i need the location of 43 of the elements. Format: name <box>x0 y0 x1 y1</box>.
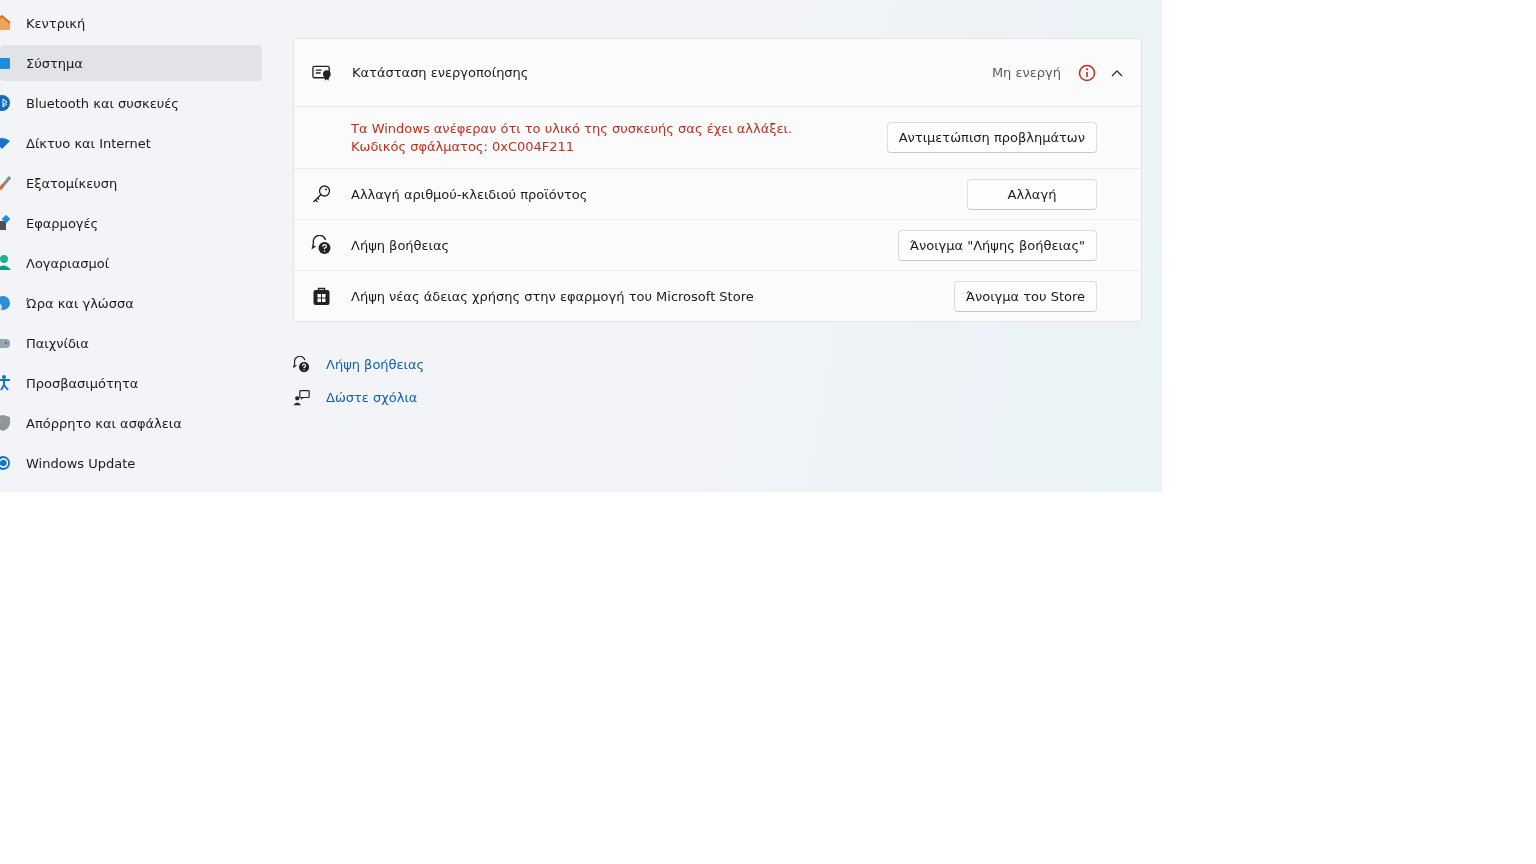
nav-icon <box>0 415 11 431</box>
sidebar-item[interactable]: Σύστημα <box>0 45 262 81</box>
info-icon <box>1078 63 1096 82</box>
nav-icon <box>0 175 11 191</box>
nav-icon <box>0 55 11 71</box>
nav-icon <box>0 375 11 391</box>
troubleshoot-button[interactable]: Αντιμετώπιση προβλημάτων <box>886 122 1097 153</box>
setting-label: Λήψη βοήθειας <box>351 237 451 253</box>
nav-icon <box>0 15 11 31</box>
nav-icon <box>0 135 11 151</box>
setting-label: Αλλαγή αριθμού-κλειδιού προϊόντος <box>351 186 589 202</box>
action-button[interactable]: Άνοιγμα του Store <box>953 280 1097 312</box>
nav-icon <box>0 95 11 111</box>
help-link[interactable]: Λήψη βοήθειας <box>326 356 425 372</box>
sidebar-item[interactable]: Κεντρική <box>0 5 262 41</box>
action-button[interactable]: Άνοιγμα "Λήψης βοήθειας" <box>897 229 1097 261</box>
nav-icon <box>0 215 11 231</box>
action-button[interactable]: Αλλαγή <box>967 178 1097 210</box>
sidebar-item[interactable]: Εφαρμογές <box>0 205 262 241</box>
nav-icon <box>0 295 11 311</box>
help-chat-icon <box>293 355 310 373</box>
sidebar-item[interactable]: Προσβασιμότητα <box>0 365 262 401</box>
sidebar-item[interactable]: Λογαριασμοί <box>0 245 262 281</box>
activation-header[interactable]: Κατάσταση ενεργοποίησης Μη ενεργή <box>294 39 1141 107</box>
error-message: Τα Windows ανέφεραν ότι το υλικό της συσκευής σας έχει αλλάξει. Κωδικός σφάλματος: 0xC004F211 <box>351 119 794 156</box>
sidebar-item[interactable]: Ώρα και γλώσσα <box>0 285 262 321</box>
feedback-icon <box>293 388 310 406</box>
nav-icon <box>0 255 11 271</box>
sidebar-item[interactable]: Windows Update <box>0 445 262 481</box>
sidebar-item[interactable]: Απόρρητο και ασφάλεια <box>0 405 262 441</box>
sidebar-item[interactable]: Παιχνίδια <box>0 325 262 361</box>
help-chat-icon <box>311 235 332 255</box>
key-icon <box>311 184 332 204</box>
sidebar-item[interactable]: Εξατομίκευση <box>0 165 262 201</box>
store-bag-icon <box>311 286 332 306</box>
nav-icon <box>0 455 11 471</box>
chevron-icon[interactable] <box>1111 68 1123 77</box>
sidebar-item[interactable]: Bluetooth και συσκευές <box>0 85 262 121</box>
help-link[interactable]: Δώστε σχόλια <box>326 389 418 405</box>
setting-label: Λήψη νέας άδειας χρήσης στην εφαρμογή του Microsoft Store <box>351 288 755 304</box>
status-text: Μη ενεργή <box>991 65 1061 80</box>
sidebar-item[interactable]: Δίκτυο και Internet <box>0 125 262 161</box>
setting-title: Κατάσταση ενεργοποίησης <box>352 65 530 80</box>
